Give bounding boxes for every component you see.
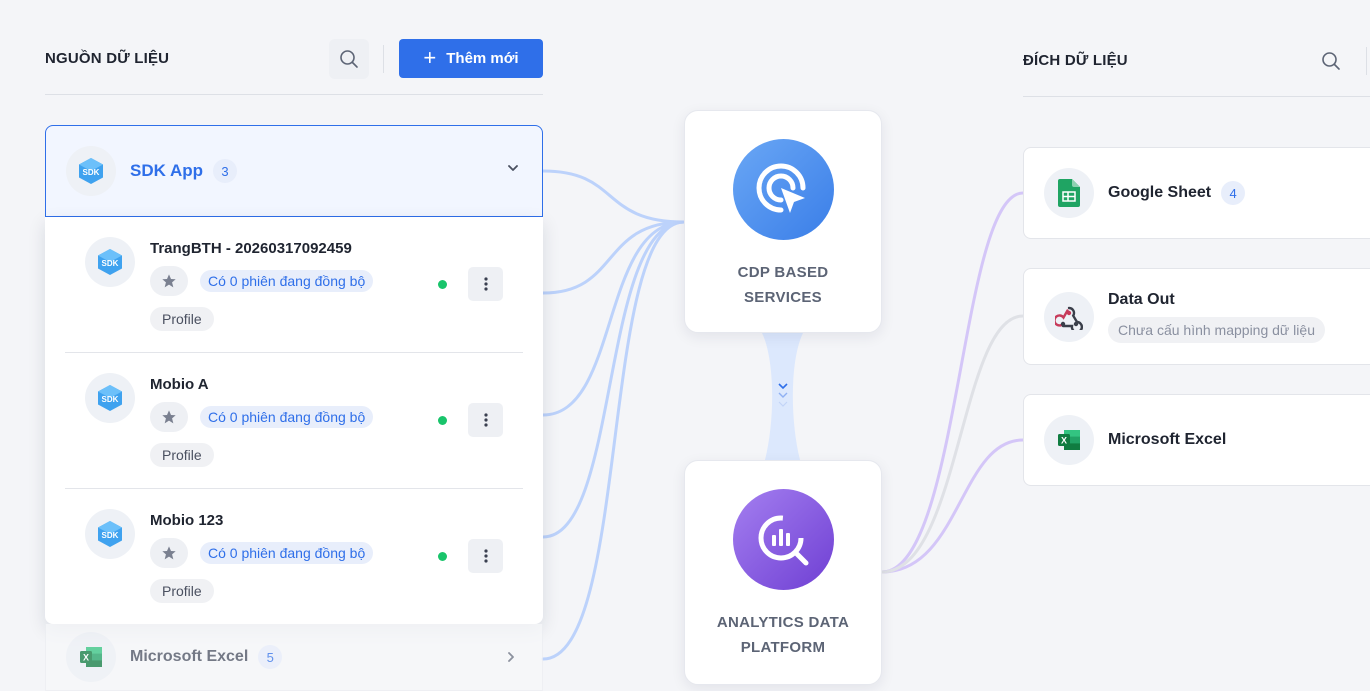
plus-icon: + — [423, 44, 437, 70]
more-vertical-icon — [483, 549, 488, 563]
list-item[interactable]: SDK TrangBTH - 20260317092459 Có 0 phiên… — [65, 217, 523, 353]
source-header-divider — [45, 94, 543, 95]
destination-text-group: Data Out Chưa cấu hình mapping dữ liệu — [1108, 291, 1325, 343]
sdk-icon: SDK — [66, 146, 116, 196]
more-options-button[interactable] — [468, 267, 503, 301]
source-name: Mobio A — [150, 376, 209, 393]
svg-text:X: X — [1061, 436, 1067, 446]
destination-google-sheet[interactable]: Google Sheet 4 — [1023, 147, 1370, 239]
webhook-icon — [1044, 291, 1094, 342]
flow-arrow-icon — [776, 380, 790, 410]
header-divider — [1366, 47, 1367, 75]
status-dot — [438, 280, 447, 289]
analytics-node[interactable]: ANALYTICS DATA PLATFORM — [684, 460, 882, 685]
star-icon — [162, 410, 176, 424]
source-group-microsoft-excel[interactable]: X Microsoft Excel 5 — [45, 624, 543, 691]
more-vertical-icon — [483, 277, 488, 291]
analytics-chart-icon — [732, 489, 834, 590]
search-icon — [340, 50, 358, 68]
status-dot — [438, 552, 447, 561]
profile-tag: Profile — [150, 307, 214, 331]
source-group-sdk-app[interactable]: SDK SDK App 3 — [45, 125, 543, 217]
more-options-button[interactable] — [468, 539, 503, 573]
google-sheet-icon — [1044, 168, 1094, 218]
destination-count-badge: 4 — [1221, 181, 1246, 205]
favorite-button[interactable] — [150, 402, 188, 432]
destination-microsoft-excel[interactable]: X Microsoft Excel — [1023, 394, 1370, 486]
destination-name: Microsoft Excel — [1108, 431, 1227, 448]
group-name: SDK App — [130, 161, 204, 180]
add-source-button[interactable]: + Thêm mới — [399, 39, 543, 78]
favorite-button[interactable] — [150, 538, 188, 568]
favorite-button[interactable] — [150, 266, 188, 296]
chevron-down-icon[interactable] — [506, 161, 520, 175]
chevron-right-icon[interactable] — [504, 650, 518, 664]
star-icon — [162, 274, 176, 288]
header-divider — [383, 45, 384, 73]
group-count-badge: 3 — [213, 159, 238, 183]
add-button-label: Thêm mới — [446, 50, 519, 67]
sync-status-tag: Có 0 phiên đang đồng bộ — [200, 270, 374, 292]
source-name: Mobio 123 — [150, 512, 224, 529]
sync-status-tag: Có 0 phiên đang đồng bộ — [200, 542, 374, 564]
star-icon — [162, 546, 176, 560]
destination-search-button[interactable] — [1311, 41, 1351, 81]
destination-name: Google Sheet — [1108, 184, 1212, 201]
sdk-icon: SDK — [85, 237, 135, 287]
source-search-button[interactable] — [329, 39, 369, 79]
profile-tag: Profile — [150, 443, 214, 467]
destination-data-out[interactable]: Data Out Chưa cấu hình mapping dữ liệu — [1023, 268, 1370, 365]
svg-text:SDK: SDK — [102, 531, 119, 540]
cdp-label: CDP BASED SERVICES — [737, 264, 829, 306]
excel-icon: X — [1044, 415, 1094, 465]
sdk-icon: SDK — [85, 373, 135, 423]
svg-text:SDK: SDK — [83, 168, 100, 177]
status-dot — [438, 416, 447, 425]
group-name: Microsoft Excel — [130, 648, 249, 665]
cdp-pointer-icon — [732, 139, 834, 240]
destination-subtitle: Chưa cấu hình mapping dữ liệu — [1108, 316, 1325, 343]
more-vertical-icon — [483, 413, 488, 427]
profile-tag: Profile — [150, 579, 214, 603]
source-dropdown-list: SDK TrangBTH - 20260317092459 Có 0 phiên… — [45, 217, 543, 624]
analytics-label: ANALYTICS DATA PLATFORM — [716, 614, 850, 656]
excel-icon: X — [66, 632, 116, 682]
source-name: TrangBTH - 20260317092459 — [150, 240, 352, 257]
svg-text:X: X — [83, 653, 89, 663]
source-panel-title: NGUỒN DỮ LIỆU — [45, 50, 170, 67]
destination-name: Data Out — [1108, 290, 1175, 308]
more-options-button[interactable] — [468, 403, 503, 437]
cdp-node[interactable]: CDP BASED SERVICES — [684, 110, 882, 333]
list-item[interactable]: SDK Mobio A Có 0 phiên đang đồng bộ Prof… — [65, 353, 523, 489]
sync-status-tag: Có 0 phiên đang đồng bộ — [200, 406, 374, 428]
search-icon — [1322, 52, 1340, 70]
destination-panel-title: ĐÍCH DỮ LIỆU — [1023, 52, 1128, 69]
list-item[interactable]: SDK Mobio 123 Có 0 phiên đang đồng bộ Pr… — [65, 489, 523, 625]
svg-text:SDK: SDK — [102, 259, 119, 268]
svg-text:SDK: SDK — [102, 395, 119, 404]
sdk-icon: SDK — [85, 509, 135, 559]
group-count-badge: 5 — [258, 645, 283, 669]
destination-header-divider — [1023, 96, 1370, 97]
